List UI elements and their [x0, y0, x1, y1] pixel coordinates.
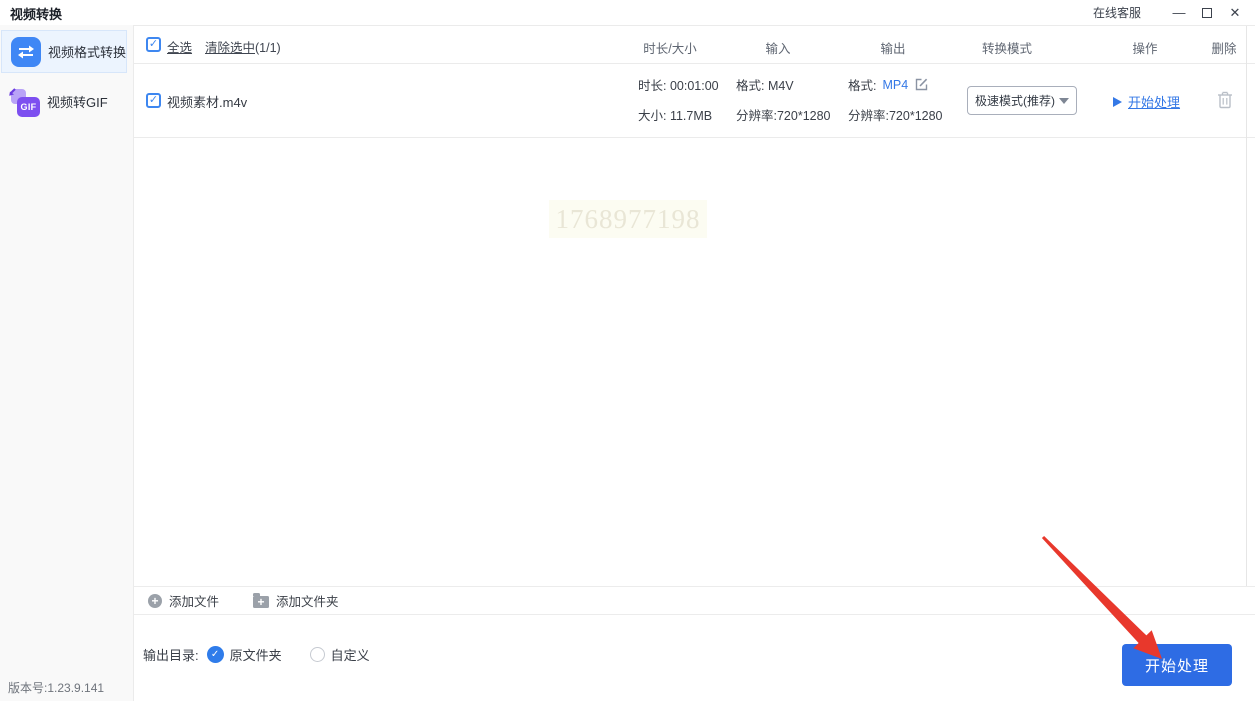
output-directory-label: 输出目录: [143, 648, 199, 663]
main-panel: 全选 清除选中(1/1) 时长/大小 输入 输出 转换模式 操作 删除 视频素材… [134, 25, 1255, 701]
row-start-process-label: 开始处理 [1128, 95, 1181, 110]
trash-icon [1218, 91, 1232, 109]
chevron-down-icon [1059, 97, 1069, 104]
column-header-actions: 操作 [1132, 42, 1158, 56]
table-row: 视频素材.m4v 时长: 00:01:00 大小: 11.7MB 格式: M4V… [134, 64, 1255, 138]
edit-format-icon[interactable] [914, 77, 929, 92]
add-file-button[interactable]: 添加文件 [148, 591, 219, 610]
folder-plus-icon [253, 592, 270, 608]
maximize-button[interactable] [1193, 0, 1221, 25]
input-resolution: 分辨率:720*1280 [736, 109, 831, 123]
delete-row-button[interactable] [1217, 91, 1233, 112]
add-folder-label: 添加文件夹 [276, 595, 339, 609]
minimize-button[interactable]: — [1165, 0, 1193, 25]
column-header-output: 输出 [880, 42, 906, 56]
sidebar-item-label: 视频转GIF [47, 95, 108, 110]
sidebar-item-video-format-convert[interactable]: 视频格式转换 [1, 30, 127, 73]
file-list-area: 1768977198 [134, 138, 1255, 586]
column-header-delete: 删除 [1211, 42, 1237, 56]
radio-custom-folder-label: 自定义 [330, 648, 370, 663]
add-folder-button[interactable]: 添加文件夹 [253, 591, 339, 610]
convert-mode-select[interactable]: 极速模式(推荐) [967, 86, 1077, 115]
column-header-input: 输入 [765, 42, 791, 56]
file-size: 大小: 11.7MB [638, 109, 713, 123]
play-icon [1113, 96, 1122, 107]
output-resolution: 分辨率:720*1280 [848, 109, 943, 123]
convert-mode-value: 极速模式(推荐) [975, 94, 1055, 108]
titlebar: 视频转换 在线客服 — ✕ [0, 0, 1255, 25]
scrollbar-track[interactable] [1246, 26, 1247, 586]
output-format-cell: 格式: MP4 [848, 75, 929, 94]
file-name: 视频素材.m4v [167, 95, 248, 110]
select-all-link[interactable]: 全选 [167, 37, 192, 56]
sidebar-item-label: 视频格式转换 [48, 45, 127, 60]
file-duration: 时长: 00:01:00 [638, 79, 719, 93]
watermark: 1768977198 [549, 200, 707, 238]
app-title: 视频转换 [10, 7, 63, 22]
input-format: 格式: M4V [736, 79, 794, 93]
gif-icon: GIF [9, 87, 40, 117]
sidebar-item-video-to-gif[interactable]: GIF 视频转GIF [1, 80, 127, 123]
footer: 输出目录: 原文件夹 自定义 开始处理 [134, 615, 1255, 702]
radio-custom-folder[interactable]: 自定义 [309, 645, 370, 664]
sidebar: 视频格式转换 GIF 视频转GIF 版本号:1.23.9.141 [0, 25, 134, 701]
online-support-link[interactable]: 在线客服 [1093, 4, 1141, 21]
clear-selected-link[interactable]: 清除选中 [205, 41, 255, 55]
output-format-label: 格式: [848, 79, 877, 93]
window-controls: 在线客服 — ✕ [1093, 0, 1249, 25]
maximize-icon [1202, 7, 1212, 18]
radio-original-folder[interactable]: 原文件夹 [206, 645, 282, 664]
radio-checked-icon [206, 646, 224, 663]
start-process-button[interactable]: 开始处理 [1122, 644, 1232, 686]
list-header: 全选 清除选中(1/1) 时长/大小 输入 输出 转换模式 操作 删除 [134, 26, 1255, 64]
output-format-value[interactable]: MP4 [882, 78, 908, 92]
add-toolbar: 添加文件 添加文件夹 [134, 586, 1255, 615]
radio-original-folder-label: 原文件夹 [229, 648, 282, 663]
selected-count: (1/1) [255, 41, 281, 55]
output-directory-row: 输出目录: 原文件夹 自定义 [143, 645, 398, 664]
row-checkbox[interactable] [146, 93, 161, 108]
plus-circle-icon [148, 593, 162, 608]
close-button[interactable]: ✕ [1221, 0, 1249, 25]
swap-icon [11, 36, 41, 67]
row-start-process-link[interactable]: 开始处理 [1113, 92, 1180, 111]
add-file-label: 添加文件 [169, 595, 220, 609]
select-all-checkbox[interactable] [146, 37, 161, 52]
radio-unchecked-icon [309, 647, 325, 662]
version-number: 版本号:1.23.9.141 [8, 681, 105, 695]
column-header-convert-mode: 转换模式 [981, 42, 1033, 56]
clear-selected-wrap[interactable]: 清除选中(1/1) [205, 37, 281, 56]
column-header-duration-size: 时长/大小 [643, 42, 697, 56]
